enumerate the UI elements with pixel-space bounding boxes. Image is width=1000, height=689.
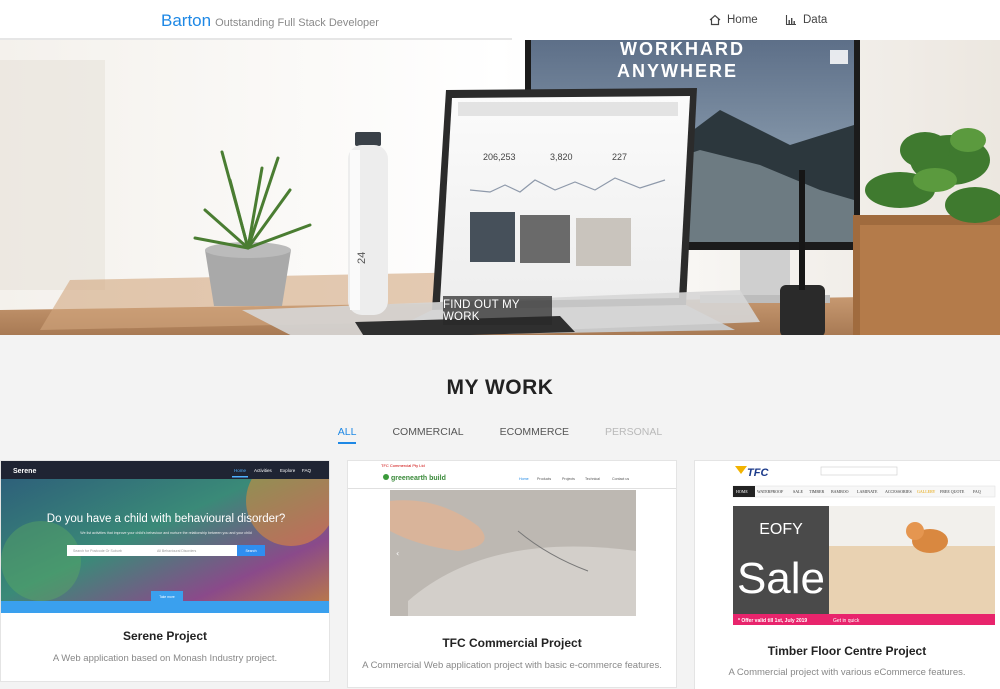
project-description: A Commercial project with various eComme… — [728, 667, 966, 678]
serene-headline: Do you have a child with behavioural dis… — [47, 513, 285, 525]
serene-nav-3: Explore — [280, 468, 296, 473]
hero-photo: WORKHARD ANYWHERE IMAGE BY SAMUEL ZELLER… — [0, 40, 1000, 335]
find-work-button[interactable]: FIND OUT MY WORK — [443, 296, 552, 325]
serene-search-button: Search — [245, 549, 256, 553]
brand[interactable]: Barton Outstanding Full Stack Developer — [161, 11, 379, 31]
greenearth-logo: greenearth build — [391, 475, 446, 482]
serene-nav-1: Home — [234, 468, 247, 473]
stat-1: 206,253 — [483, 152, 516, 162]
home-icon — [709, 14, 721, 26]
project-card-tfc-commercial[interactable]: TFC Commercial Pty Ltd greenearth build … — [347, 460, 677, 688]
serene-explore-button: Take more — [159, 595, 175, 599]
filter-commercial[interactable]: COMMERCIAL — [392, 426, 463, 444]
project-thumbnail-tfc-commercial: TFC Commercial Pty Ltd greenearth build … — [348, 461, 676, 621]
brand-tagline: Outstanding Full Stack Developer — [215, 17, 379, 29]
monitor-text-1: WORKHARD — [620, 40, 745, 59]
site-header: Barton Outstanding Full Stack Developer … — [0, 0, 1000, 40]
nav-data-label: Data — [803, 14, 828, 26]
bottle-label: 24 — [356, 252, 368, 264]
bar-chart-icon — [785, 15, 796, 26]
serene-select-value: All Behavioural Disorders — [157, 549, 197, 553]
monitor-text-2: ANYWHERE — [617, 61, 738, 81]
serene-nav-2: Activities — [254, 468, 273, 473]
tfc-nav-accessories: ACCESSORIES — [885, 489, 912, 494]
serene-nav-4: FAQ — [302, 468, 312, 473]
tfc-nav-2: Products — [537, 477, 551, 481]
tfc-nav-laminate: LAMINATE — [857, 489, 878, 494]
tfc-nav-waterproof: WATERPROOF — [757, 489, 784, 494]
project-card-timber-floor[interactable]: TFC HOME WATERPROOF SALE TIMBER BAMBOO L… — [694, 460, 1000, 689]
project-description: A Commercial Web application project wit… — [362, 660, 662, 671]
tfc-nav-faq: FAQ — [973, 489, 981, 494]
tfc-nav-4: Technical — [585, 477, 600, 481]
stat-3: 227 — [612, 152, 627, 162]
tfc-nav-5: Contact us — [612, 477, 629, 481]
tfc-nav-3: Projects — [562, 477, 575, 481]
promo-main: Sale — [737, 554, 825, 603]
tfc-nav-home: HOME — [736, 489, 748, 494]
project-thumbnail-timber-floor: TFC HOME WATERPROOF SALE TIMBER BAMBOO L… — [695, 461, 1000, 629]
project-thumbnail-serene: Serene Home Activities Explore FAQ Do yo… — [1, 461, 329, 613]
tfc-nav-quote: FREE QUOTE — [940, 489, 965, 494]
project-card-serene[interactable]: Serene Home Activities Explore FAQ Do yo… — [0, 460, 330, 682]
nav-home[interactable]: Home — [709, 0, 758, 40]
serene-search-placeholder: Search for Postcode Or Suburb — [73, 549, 122, 553]
project-title: TFC Commercial Project — [442, 636, 582, 650]
nav-home-label: Home — [727, 14, 758, 26]
filter-personal[interactable]: PERSONAL — [605, 426, 662, 444]
tfc-nav-bamboo: BAMBOO — [831, 489, 849, 494]
tfc-nav-timber: TIMBER — [809, 489, 824, 494]
tfc-company-name: TFC Commercial Pty Ltd — [381, 463, 425, 468]
tfc-nav-1: Home — [519, 477, 529, 481]
promo-foot: * Offer valid till 1st, July 2019 — [738, 618, 807, 624]
slider-prev-icon: ‹ — [396, 549, 399, 558]
project-title: Timber Floor Centre Project — [767, 644, 927, 658]
promo-quick: Get in quick — [833, 618, 860, 624]
promo-top: EOFY — [759, 521, 803, 538]
filter-all[interactable]: ALL — [337, 426, 356, 444]
project-description: A Web application based on Monash Indust… — [52, 653, 278, 664]
serene-subline: We list activities that improve your chi… — [80, 531, 251, 535]
tfc-nav-sale: SALE — [793, 489, 804, 494]
tfc-logo: TFC — [747, 467, 769, 479]
section-title: MY WORK — [446, 376, 554, 399]
tfc-nav-gallery: GALLERY — [917, 489, 936, 494]
project-title: Serene Project — [122, 629, 208, 643]
filter-ecommerce[interactable]: ECOMMERCE — [500, 426, 569, 444]
filter-tabs: ALL COMMERCIAL ECOMMERCE PERSONAL — [0, 426, 1000, 444]
hero-banner: WORKHARD ANYWHERE IMAGE BY SAMUEL ZELLER… — [0, 40, 1000, 335]
serene-logo: Serene — [13, 468, 36, 475]
brand-name[interactable]: Barton — [161, 11, 211, 31]
stat-2: 3,820 — [550, 152, 573, 162]
nav-data[interactable]: Data — [785, 0, 827, 40]
